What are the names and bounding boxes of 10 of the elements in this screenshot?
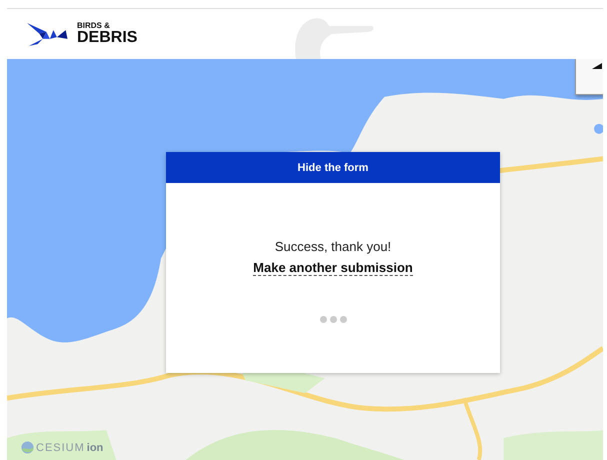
triangle-icon [592,63,602,69]
map-control-button[interactable] [575,59,603,95]
credit-suffix-text: ion [86,442,104,454]
credit-logo-text: CESIUM [36,442,85,454]
globe-icon [21,441,34,454]
logo-caption: BIRDS & [77,22,111,30]
success-message: Success, thank you! [274,239,392,254]
hide-form-button[interactable]: Hide the form [166,152,500,183]
another-submission-link[interactable]: Make another submission [253,260,413,276]
logo-title: DEBRIS [77,30,138,46]
